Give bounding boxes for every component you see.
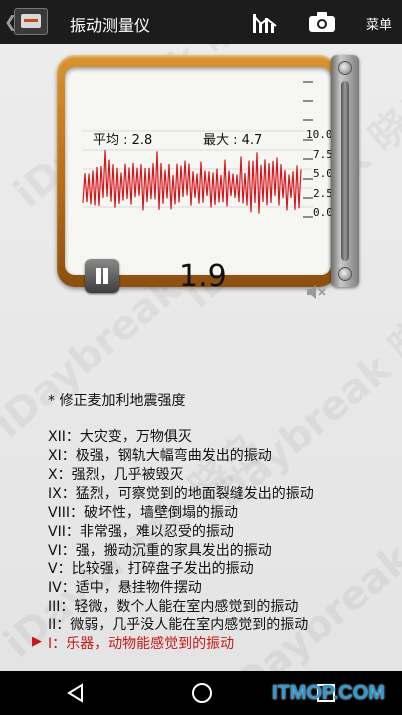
intensity-level: VI：强，搬动沉重的家具发出的振动 — [48, 543, 272, 559]
screw-icon — [338, 267, 352, 281]
intensity-level: V：比较强，打碎盘子发出的振动 — [48, 561, 254, 577]
current-reading: 1.9 — [179, 259, 227, 294]
meter-rail — [331, 55, 359, 287]
intensity-level: VII：非常强，难以忍受的振动 — [48, 524, 234, 540]
page-title: 振动测量仪 — [70, 16, 151, 35]
app-logo-icon[interactable] — [14, 8, 48, 35]
camera-icon[interactable] — [308, 11, 336, 33]
waveform-display — [82, 81, 313, 218]
active-level-marker-icon: ▶ — [32, 634, 42, 649]
nav-home-icon[interactable] — [192, 683, 212, 703]
screw-icon — [338, 61, 352, 75]
pause-icon[interactable] — [85, 259, 119, 293]
max-value: 最大 : 4.7 — [203, 133, 263, 148]
app-bar: ❮ 振动测量仪 菜单 — [0, 0, 402, 44]
intensity-level: VIII：破坏性，墙壁倒塌的振动 — [48, 505, 238, 521]
average-value: 平均 : 2.8 — [93, 133, 153, 148]
vibration-meter: 平均 : 2.8 最大 : 4.7 10.0 7.5 5.0 2.5 0.0 1… — [57, 55, 359, 299]
scale-label: 5.0 — [313, 167, 333, 180]
intensity-level: IX：猛烈，可察觉到的地面裂缝发出的振动 — [48, 486, 314, 502]
rail-bar — [341, 81, 349, 261]
intensity-level: XII：大灾变，万物俱灭 — [48, 429, 192, 445]
nav-back-icon[interactable] — [66, 683, 86, 703]
intensity-level: XI：极强，钢轨大幅弯曲发出的振动 — [48, 448, 272, 464]
scale-label: 2.5 — [313, 187, 333, 200]
intensity-heading: * 修正麦加利地震强度 — [48, 393, 186, 409]
mute-speaker-icon[interactable] — [305, 283, 327, 301]
scale-ticks — [303, 81, 313, 218]
intensity-level: X：强烈，几乎被毁灭 — [48, 467, 184, 483]
intensity-level: II：微弱，几乎没人能在室内感觉到的振动 — [48, 617, 309, 633]
chart-icon[interactable] — [252, 10, 278, 34]
intensity-level: III：轻微，数个人能在室内感觉到的振动 — [48, 599, 299, 615]
scale-label: 0.0 — [313, 206, 333, 219]
scale-label: 7.5 — [313, 148, 333, 161]
intensity-level: IV：适中，悬挂物件摆动 — [48, 580, 202, 596]
menu-button[interactable]: 菜单 — [366, 14, 392, 33]
site-watermark: ITMOP.COM — [272, 682, 385, 704]
scale-label: 10.0 — [306, 128, 333, 141]
waveform-line — [82, 149, 302, 214]
intensity-level-active: I：乐器，动物能感觉到的振动 — [48, 636, 235, 652]
